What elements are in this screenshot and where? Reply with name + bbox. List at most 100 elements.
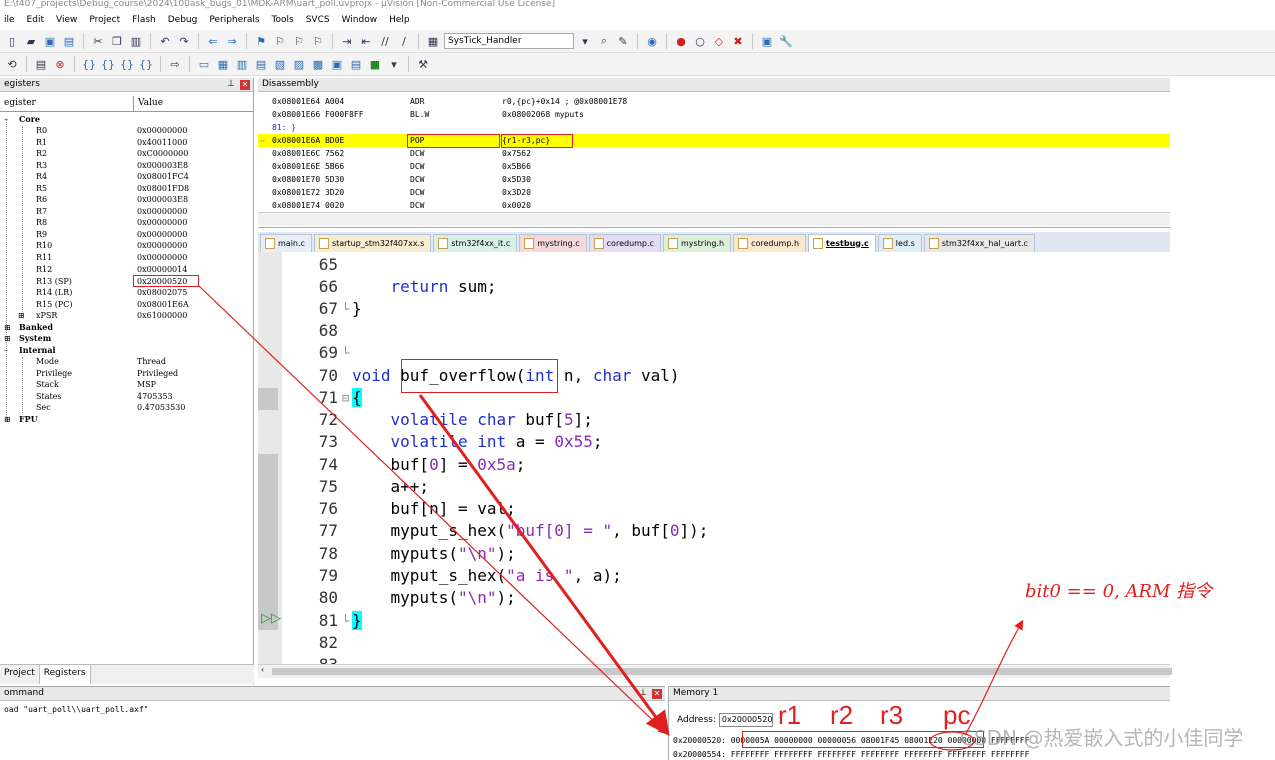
code-line[interactable]: 73 volatile int a = 0x55; — [282, 431, 1170, 453]
disasm-line[interactable]: 0x08001E72 3D20 DCW 0x3D20 — [258, 186, 1170, 199]
code-line[interactable]: 68 — [282, 320, 1170, 342]
menu-peripherals[interactable]: Peripherals — [209, 15, 259, 25]
code-line[interactable]: 82 — [282, 632, 1170, 654]
show-next-statement-icon[interactable]: ⇨ — [167, 56, 183, 72]
prev-bookmark-icon[interactable]: ⚐ — [272, 33, 288, 49]
register-row[interactable]: R4 0x08001FC4 — [0, 171, 250, 182]
register-row-sp[interactable]: R13 (SP) 0x20000520 — [0, 276, 250, 287]
menu-debug[interactable]: Debug — [168, 15, 198, 25]
code-line[interactable]: 66 return sum; — [282, 276, 1170, 298]
step-into-icon[interactable]: {} — [81, 56, 97, 72]
register-row[interactable]: ⊞ xPSR 0x61000000 — [0, 310, 250, 321]
tab-testbug-c[interactable]: testbug.c — [808, 234, 876, 252]
register-row[interactable]: R1 0x40011000 — [0, 137, 250, 148]
register-row[interactable]: R2 0xC0000000 — [0, 148, 250, 159]
register-row[interactable]: R0 0x00000000 — [0, 125, 250, 136]
undo-icon[interactable]: ↶ — [157, 33, 173, 49]
command-output[interactable]: oad "uart_poll\\uart_poll.axf" — [0, 701, 665, 718]
editor-hscrollbar[interactable]: ‹ — [258, 664, 1172, 678]
tree-item-banked[interactable]: ⊞ Banked — [0, 322, 250, 333]
tree-item-core[interactable]: – Core — [0, 114, 250, 125]
clear-bookmarks-icon[interactable]: ⚐ — [310, 33, 326, 49]
code-line[interactable]: 78 myputs("\n"); — [282, 543, 1170, 565]
tab-hal-uart-c[interactable]: stm32f4xx_hal_uart.c — [923, 234, 1035, 252]
code-line[interactable]: 72 volatile char buf[5]; — [282, 409, 1170, 431]
menu-tools[interactable]: Tools — [272, 15, 294, 25]
run-to-cursor-icon[interactable]: {} — [138, 56, 154, 72]
tree-item-system[interactable]: ⊞ System — [0, 333, 250, 344]
tree-item-internal[interactable]: – Internal — [0, 345, 250, 356]
paste-icon[interactable]: ▥ — [128, 33, 144, 49]
register-row[interactable]: R14 (LR) 0x08002075 — [0, 287, 250, 298]
address-input[interactable]: 0x20000520 — [718, 713, 773, 727]
tab-startup[interactable]: startup_stm32f407xx.s — [313, 234, 432, 252]
menu-svcs[interactable]: SVCS — [306, 15, 330, 25]
close-icon[interactable]: ✕ — [652, 689, 662, 699]
copy-icon[interactable]: ❐ — [109, 33, 125, 49]
command-window-icon[interactable]: ▭ — [196, 56, 212, 72]
nav-back-icon[interactable]: ⇐ — [205, 33, 221, 49]
disasm-line[interactable]: 0x08001E6C 7562 DCW 0x7562 — [258, 147, 1170, 160]
memory-window-icon[interactable]: ▩ — [310, 56, 326, 72]
tab-it-c[interactable]: stm32f4xx_it.c — [433, 234, 518, 252]
tab-mystring-c[interactable]: mystring.c — [519, 234, 587, 252]
tab-led-s[interactable]: led.s — [877, 234, 922, 252]
menu-help[interactable]: Help — [389, 15, 410, 25]
enable-breakpoint-icon[interactable]: ○ — [692, 33, 708, 49]
analysis-window-icon[interactable]: ▤ — [348, 56, 364, 72]
disable-breakpoints-icon[interactable]: ◇ — [711, 33, 727, 49]
code-line[interactable]: 83 — [282, 654, 1170, 664]
code-line[interactable]: 67 └} — [282, 298, 1170, 320]
disasm-current-line[interactable]: ⇨ 0x08001E6A BD0E POP {r1-r3,pc} — [258, 134, 1170, 147]
bookmark-icon[interactable]: ⚑ — [253, 33, 269, 49]
trace-window-icon[interactable]: ■ — [367, 56, 383, 72]
tab-coredump-c[interactable]: coredump.c — [588, 234, 661, 252]
register-row[interactable]: R3 0x000003E8 — [0, 160, 250, 171]
disasm-line[interactable]: 0x08001E70 5D30 DCW 0x5D30 — [258, 173, 1170, 186]
register-row[interactable]: R7 0x00000000 — [0, 206, 250, 217]
internal-row[interactable]: Privilege Privileged — [0, 368, 250, 379]
redo-icon[interactable]: ↷ — [176, 33, 192, 49]
disasm-line[interactable]: 0x08001E74 0020 DCW 0x0020 — [258, 199, 1170, 212]
code-line[interactable]: 75 a++; — [282, 476, 1170, 498]
menu-view[interactable]: View — [56, 15, 77, 25]
tab-registers[interactable]: Registers — [39, 665, 91, 684]
code-line[interactable]: 65 — [282, 254, 1170, 276]
find-in-files-icon[interactable]: ▦ — [425, 33, 441, 49]
internal-row[interactable]: States 4705353 — [0, 391, 250, 402]
disasm-line[interactable]: 0x08001E66 F000F8FF BL.W 0x08002068 myputs — [258, 108, 1170, 121]
find-icon[interactable]: ⌕ — [596, 33, 612, 49]
code-line[interactable]: 77 myput_s_hex("buf[0] = ", buf[0]); — [282, 520, 1170, 542]
editor-gutter[interactable]: ▷▷ — [258, 252, 282, 664]
code-line-current[interactable]: 81 └} — [282, 610, 1170, 632]
toolbox-icon[interactable]: ⚒ — [415, 56, 431, 72]
tab-coredump-h[interactable]: coredump.h — [733, 234, 807, 252]
code-line[interactable]: 74 buf[0] = 0x5a; — [282, 454, 1170, 476]
memory-row[interactable]: 0x20000554: FFFFFFFF FFFFFFFF FFFFFFFF F… — [673, 750, 1029, 759]
registers-window-icon[interactable]: ▤ — [253, 56, 269, 72]
register-row[interactable]: R9 0x00000000 — [0, 229, 250, 240]
save-icon[interactable]: ▣ — [42, 33, 58, 49]
insert-breakpoint-icon[interactable]: ● — [673, 33, 689, 49]
cut-icon[interactable]: ✂ — [90, 33, 106, 49]
indent-icon[interactable]: ⇥ — [339, 33, 355, 49]
nav-forward-icon[interactable]: ⇒ — [224, 33, 240, 49]
menu-window[interactable]: Window — [342, 15, 378, 25]
step-over-icon[interactable]: {} — [100, 56, 116, 72]
register-row[interactable]: R11 0x00000000 — [0, 252, 250, 263]
debug-session-icon[interactable]: ◉ — [644, 33, 660, 49]
save-all-icon[interactable]: ▤ — [61, 33, 77, 49]
scroll-left-icon[interactable]: ‹ — [261, 665, 264, 674]
close-icon[interactable]: ✕ — [240, 80, 250, 90]
column-value[interactable]: Value — [134, 96, 163, 111]
symbols-window-icon[interactable]: ▥ — [234, 56, 250, 72]
internal-row[interactable]: Mode Thread — [0, 356, 250, 367]
code-line[interactable]: 76 buf[n] = val; — [282, 498, 1170, 520]
disasm-source-line[interactable]: 81: } — [258, 121, 1170, 134]
system-viewer-icon[interactable]: ▾ — [386, 56, 402, 72]
call-stack-icon[interactable]: ▧ — [272, 56, 288, 72]
register-row[interactable]: R15 (PC) 0x08001E6A — [0, 299, 250, 310]
serial-window-icon[interactable]: ▣ — [329, 56, 345, 72]
tab-project[interactable]: Project — [0, 665, 40, 684]
menu-edit[interactable]: Edit — [27, 15, 44, 25]
